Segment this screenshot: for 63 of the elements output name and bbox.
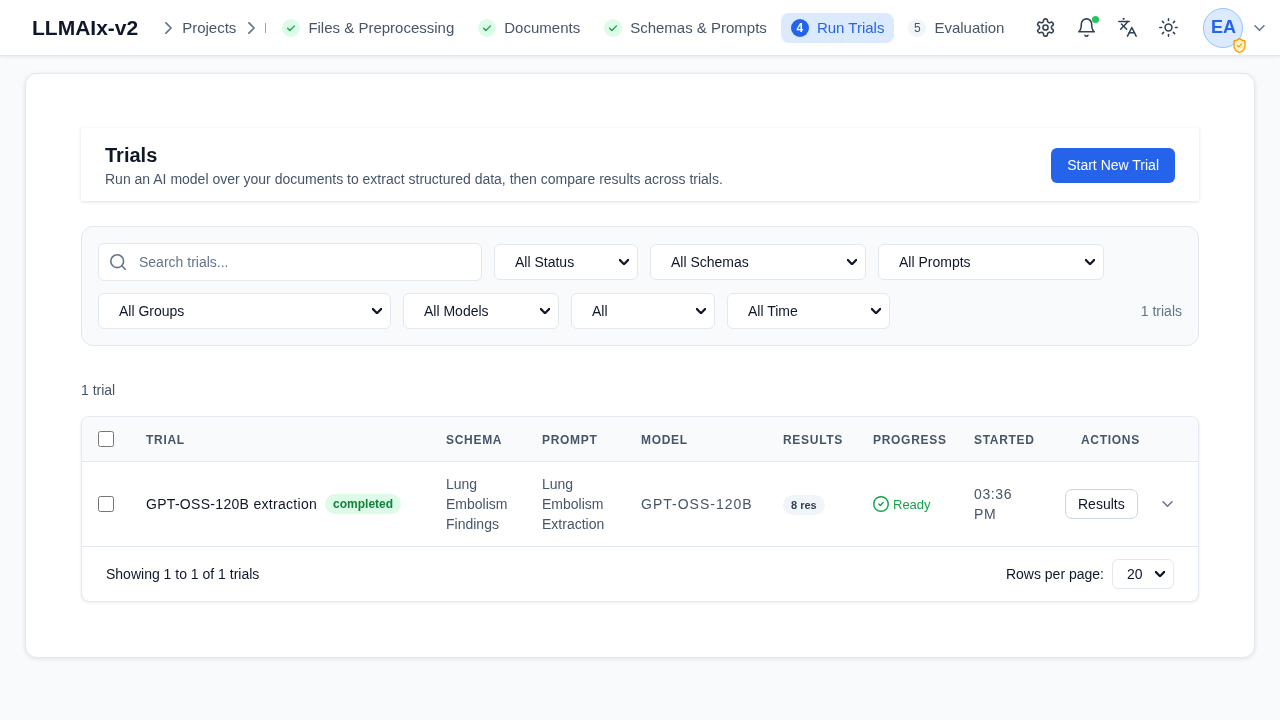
filter-dropdown[interactable]: All [571, 293, 715, 329]
pagination-summary: Showing 1 to 1 of 1 trials [106, 566, 260, 582]
prompt-name: Lung Embolism Extraction [542, 475, 606, 534]
column-header: PROGRESS [873, 433, 947, 447]
step-tab[interactable]: 4 Run Trials [780, 12, 895, 43]
page-description: Run an AI model over your documents to extract structured data, then compare results across trials. [105, 170, 723, 189]
chevron-down-icon [847, 259, 857, 265]
chevron-down-icon [1155, 571, 1165, 577]
user-avatar[interactable]: EA [1203, 7, 1244, 48]
step-tab[interactable]: Schemas & Prompts [594, 12, 777, 43]
row-checkbox[interactable] [98, 496, 114, 512]
select-all-checkbox[interactable] [98, 431, 114, 447]
progress-status: Ready [893, 496, 931, 512]
chevron-down-icon [540, 308, 550, 314]
page-title: Trials [105, 143, 158, 168]
settings-icon[interactable] [1036, 18, 1056, 37]
filter-dropdown[interactable]: All Prompts [878, 244, 1104, 280]
rows-per-page-dropdown[interactable]: 20 [1112, 559, 1174, 589]
step-tab[interactable]: Files & Preprocessing [272, 12, 465, 43]
search-icon [110, 254, 126, 270]
filter-dropdown[interactable]: All Groups [98, 293, 391, 329]
column-header: ACTIONS [1081, 433, 1140, 447]
chevron-down-icon [372, 308, 382, 314]
step-tab[interactable]: Documents [468, 12, 591, 43]
step-number: 4 [790, 18, 809, 37]
translate-icon[interactable] [1118, 18, 1138, 37]
column-header: RESULTS [783, 433, 843, 447]
result-count: 1 trial [81, 381, 116, 400]
trial-name[interactable]: GPT-OSS-120B extraction [146, 496, 318, 512]
step-number: 5 [908, 18, 927, 37]
column-header: SCHEMA [446, 433, 503, 447]
status-badge: completed [325, 494, 402, 514]
search-field[interactable]: Search trials... [98, 243, 482, 281]
breadcrumb-link[interactable]: Projects [182, 19, 237, 36]
started-time: 03:36 PM [974, 485, 1014, 524]
app-logo[interactable]: LLMAIx-v2 [32, 15, 139, 40]
column-header: MODEL [641, 433, 688, 447]
column-header: STARTED [974, 433, 1035, 447]
chevron-right-icon [248, 21, 256, 34]
rows-per-page-label: Rows per page: [1005, 566, 1104, 582]
column-header: PROMPT [542, 433, 598, 447]
chevron-down-icon[interactable] [1254, 24, 1266, 31]
filter-dropdown[interactable]: All Time [727, 293, 890, 329]
chevron-down-icon[interactable] [1161, 501, 1173, 507]
chevron-down-icon [696, 308, 706, 314]
bell-icon[interactable] [1077, 18, 1097, 37]
step-tab[interactable]: 5 Evaluation [898, 12, 1015, 43]
results-count-badge: 8 res [783, 495, 825, 515]
chevron-right-icon [165, 21, 173, 34]
column-header: TRIAL [146, 433, 185, 447]
chevron-down-icon [871, 308, 881, 314]
schema-name: Lung Embolism Findings [446, 475, 509, 534]
filter-result-count: 1 trials [1140, 303, 1182, 319]
check-circle-icon [873, 496, 889, 512]
chevron-down-icon [619, 259, 629, 265]
chevron-down-icon [1085, 259, 1095, 265]
filter-dropdown[interactable]: All Models [403, 293, 559, 329]
sun-icon[interactable] [1159, 18, 1179, 37]
filter-dropdown[interactable]: All Schemas [650, 244, 866, 280]
new-trial-button[interactable]: Start New Trial [1051, 147, 1175, 183]
filter-dropdown[interactable]: All Status [494, 244, 638, 280]
results-button[interactable]: Results [1065, 489, 1138, 519]
model-name: GPT-OSS-120B [641, 496, 753, 512]
